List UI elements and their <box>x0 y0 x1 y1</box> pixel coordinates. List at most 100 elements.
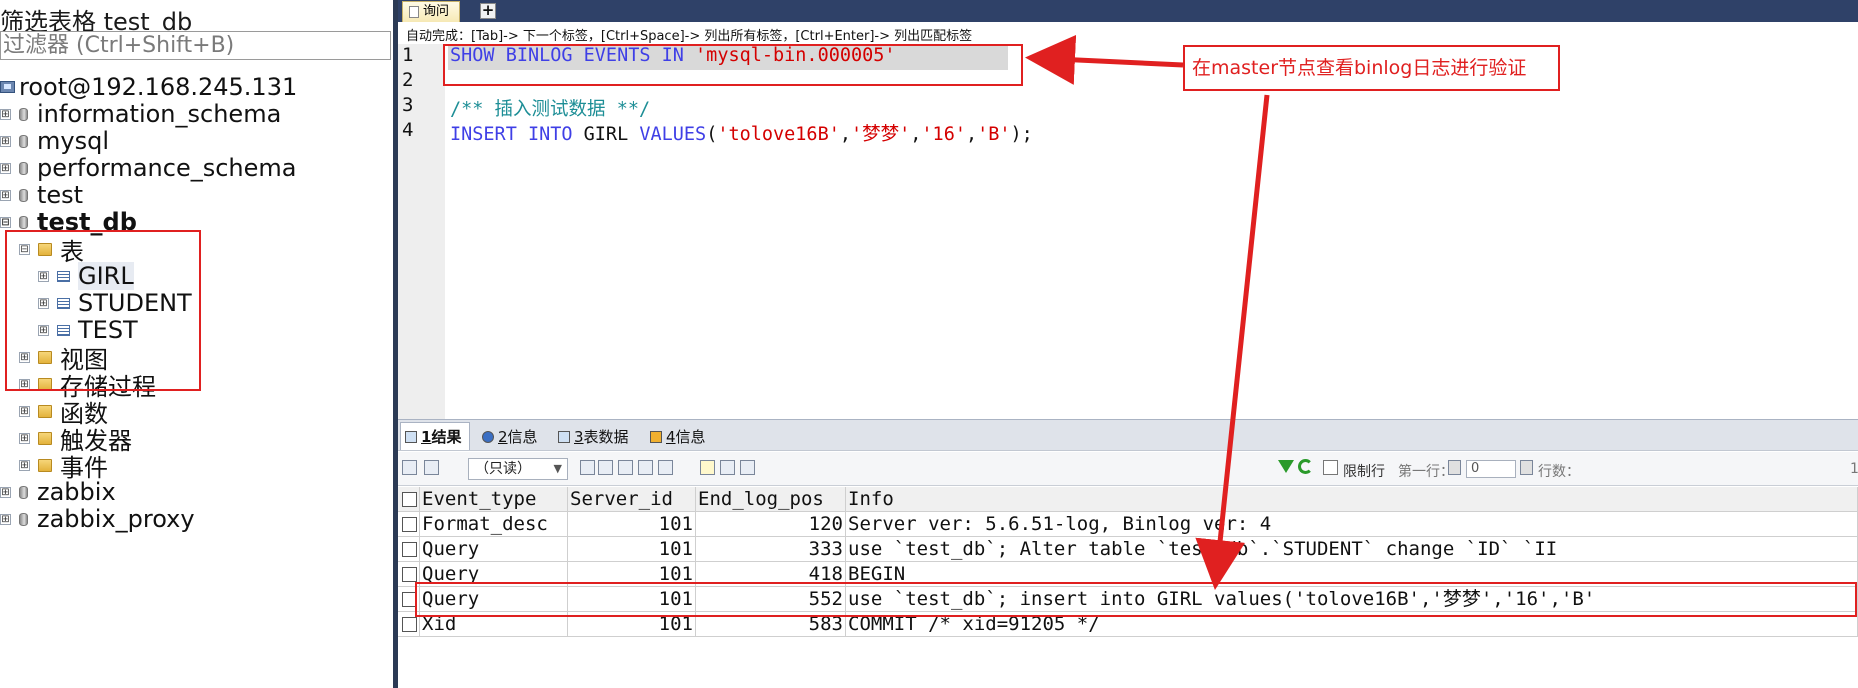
cell-end-log-pos[interactable]: 333 <box>696 537 846 562</box>
code-line-3[interactable]: /** 插入测试数据 **/ <box>450 95 650 121</box>
sql-editor[interactable]: 1 2 3 4 SHOW BINLOG EVENTS IN 'mysql-bin… <box>398 44 1858 419</box>
next-page-icon[interactable] <box>1520 460 1533 475</box>
db-label: mysql <box>37 127 109 155</box>
checkbox-icon[interactable] <box>402 492 417 507</box>
tree-db-mysql[interactable]: ⊞ mysql <box>0 126 109 156</box>
column-header[interactable]: End_log_pos <box>696 487 846 512</box>
row-select-cell[interactable] <box>398 512 420 537</box>
tab-table-data-3[interactable]: 3 表数据 <box>558 426 629 447</box>
column-header[interactable]: Info <box>846 487 1858 512</box>
cell-event-type[interactable]: Format_desc <box>420 512 568 537</box>
select-all-cell[interactable] <box>398 487 420 512</box>
object-browser: 筛选表格 test_db 过滤器 (Ctrl+Shift+B) root@192… <box>0 0 393 688</box>
import-icon[interactable] <box>424 460 439 475</box>
tab-query-label: 询问 <box>423 4 450 19</box>
sql-string: '梦梦' <box>851 124 911 145</box>
database-icon <box>19 485 28 499</box>
readonly-select[interactable]: （只读） ▼ <box>468 458 568 480</box>
line-number-gutter: 1 2 3 4 <box>398 44 445 419</box>
table-filter-input[interactable]: 过滤器 (Ctrl+Shift+B) <box>0 31 391 60</box>
first-row-label: 第一行： <box>1398 464 1454 480</box>
table-row[interactable]: Query 101 333 use `test_db`; Alter table… <box>398 537 1858 562</box>
checkbox-icon[interactable] <box>402 567 417 582</box>
checkbox-icon[interactable] <box>402 542 417 557</box>
copy-row-icon[interactable] <box>598 460 613 475</box>
tab-message-2[interactable]: 2 信息 <box>482 426 538 447</box>
info-chart-icon <box>650 430 662 443</box>
cell-info[interactable]: use `test_db`; Alter table `test_db`.`ST… <box>846 537 1858 562</box>
prev-page-icon[interactable] <box>1448 460 1461 475</box>
cell-end-log-pos[interactable]: 120 <box>696 512 846 537</box>
expand-icon[interactable]: ⊞ <box>19 432 30 444</box>
expand-icon[interactable]: ⊞ <box>0 513 11 525</box>
export-icon[interactable] <box>402 460 417 475</box>
expand-icon[interactable]: ⊞ <box>0 135 11 147</box>
cell-event-type[interactable]: Query <box>420 537 568 562</box>
form-view-icon[interactable] <box>720 460 735 475</box>
query-area: 询问 + 自动完成：[Tab]-> 下一个标签，[Ctrl+Space]-> 列… <box>398 0 1858 688</box>
sql-keyword: VALUES <box>639 124 707 145</box>
expand-icon[interactable]: ⊞ <box>0 108 11 120</box>
query-tab-icon <box>409 6 419 18</box>
expand-icon[interactable]: ⊞ <box>0 486 11 498</box>
tab-query[interactable]: 询问 <box>402 1 461 22</box>
highlight-box-query <box>443 44 1023 86</box>
database-icon <box>19 161 28 175</box>
db-label: test <box>37 181 84 209</box>
text-view-icon[interactable] <box>740 460 755 475</box>
tab-label: 结果 <box>431 428 462 446</box>
add-row-icon[interactable] <box>580 460 595 475</box>
checkbox-icon[interactable] <box>402 617 417 632</box>
folder-icon <box>38 404 52 418</box>
cell-info[interactable]: Server ver: 5.6.51-log, Binlog ver: 4 <box>846 512 1858 537</box>
sql-string: 'B' <box>977 124 1011 145</box>
folder-icon <box>38 431 52 445</box>
database-icon <box>19 188 28 202</box>
first-row-input[interactable]: 0 <box>1466 460 1516 478</box>
add-tab-button[interactable]: + <box>480 3 496 19</box>
sql-identifier: GIRL <box>583 124 640 145</box>
tree-folder-events[interactable]: ⊞ 事件 <box>19 450 108 482</box>
database-icon <box>19 512 28 526</box>
tree-db-zabbix-proxy[interactable]: ⊞ zabbix_proxy <box>0 504 195 534</box>
result-tab-bar: 1 结果 2 信息 3 表数据 4 信息 <box>398 419 1858 451</box>
db-label: performance_schema <box>37 154 297 182</box>
sql-string: '16' <box>921 124 966 145</box>
table-row[interactable]: Format_desc 101 120 Server ver: 5.6.51-l… <box>398 512 1858 537</box>
grid-header: Event_type Server_id End_log_pos Info <box>398 487 1858 512</box>
sql-punct: , <box>910 124 922 145</box>
column-header[interactable]: Server_id <box>568 487 696 512</box>
chevron-down-icon: ▼ <box>553 462 562 475</box>
autocomplete-hint: 自动完成：[Tab]-> 下一个标签，[Ctrl+Space]-> 列出所有标签… <box>406 29 973 44</box>
filter-icon[interactable] <box>1278 460 1294 473</box>
row-select-cell[interactable] <box>398 537 420 562</box>
code-line-4[interactable]: INSERT INTO GIRL VALUES('tolove16B','梦梦'… <box>450 120 1033 146</box>
expand-icon[interactable]: ⊞ <box>19 459 30 471</box>
tab-result-1[interactable]: 1 结果 <box>400 422 471 450</box>
tree-db-performance-schema[interactable]: ⊞ performance_schema <box>0 153 296 183</box>
query-tab-bar: 询问 + <box>398 0 1858 22</box>
delete-icon[interactable] <box>638 460 653 475</box>
tab-label: 表数据 <box>583 428 629 446</box>
limit-checkbox[interactable] <box>1323 460 1338 475</box>
collapse-icon[interactable]: ⊟ <box>0 216 11 228</box>
sql-punct: , <box>965 124 978 145</box>
tree-db-information-schema[interactable]: ⊞ information_schema <box>0 99 281 129</box>
cancel-icon[interactable] <box>658 460 673 475</box>
column-header[interactable]: Event_type <box>420 487 568 512</box>
expand-icon[interactable]: ⊞ <box>0 162 11 174</box>
connection-label: root@192.168.245.131 <box>19 73 298 101</box>
grid-view-icon[interactable] <box>700 460 715 475</box>
line-number: 4 <box>402 119 414 141</box>
tree-db-zabbix[interactable]: ⊞ zabbix <box>0 477 116 507</box>
expand-icon[interactable]: ⊞ <box>19 405 30 417</box>
cell-server-id[interactable]: 101 <box>568 537 696 562</box>
checkbox-icon[interactable] <box>402 517 417 532</box>
tree-db-test[interactable]: ⊞ test <box>0 180 83 210</box>
tree-connection[interactable]: root@192.168.245.131 <box>0 72 297 102</box>
refresh-icon[interactable] <box>1298 459 1313 474</box>
expand-icon[interactable]: ⊞ <box>0 189 11 201</box>
cell-server-id[interactable]: 101 <box>568 512 696 537</box>
tab-info-4[interactable]: 4 信息 <box>650 426 706 447</box>
save-icon[interactable] <box>618 460 633 475</box>
